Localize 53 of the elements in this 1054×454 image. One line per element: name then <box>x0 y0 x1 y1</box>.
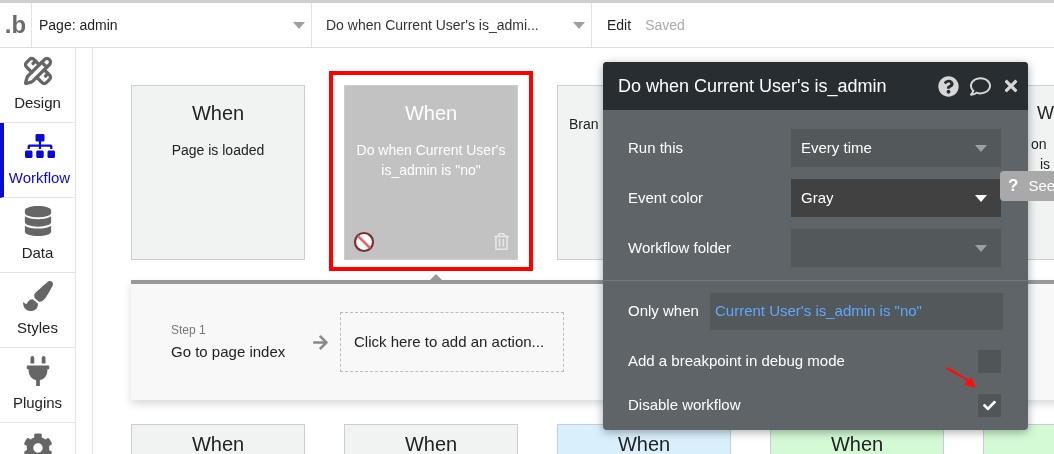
checkbox[interactable] <box>978 394 1001 417</box>
card-subtitle: Bran <box>568 115 600 134</box>
pointer-arrow-icon <box>945 367 977 389</box>
gear-icon[interactable] <box>22 433 53 454</box>
card-subtitle: is <box>1040 155 1051 174</box>
event-card[interactable]: When <box>131 424 305 454</box>
menu-item[interactable]: Edit <box>607 14 632 36</box>
field-label: Run this <box>628 137 685 158</box>
help-icon[interactable] <box>938 75 959 97</box>
caret-icon <box>573 21 585 29</box>
pencil-ruler-icon <box>22 55 53 86</box>
select-field[interactable]: Every time <box>791 129 1001 167</box>
card-title: When <box>404 433 458 454</box>
field-label: Only when <box>628 301 700 322</box>
card-title: When <box>617 433 671 454</box>
paintbrush-icon <box>22 280 53 311</box>
card-title: When <box>830 433 884 454</box>
close-icon[interactable] <box>1002 77 1020 95</box>
field-label: Event color <box>628 187 705 208</box>
card-subtitle: on <box>1031 135 1047 154</box>
sidebar-tab[interactable]: Plugins <box>0 348 75 423</box>
event-card[interactable]: When Page is loaded <box>131 85 305 260</box>
select-field[interactable]: Gray <box>791 179 1001 217</box>
caret-icon <box>975 144 987 152</box>
sidebar-tab[interactable]: Design <box>0 48 75 123</box>
card-subtitle: Do when Current User's is_admin is "no" <box>355 141 507 180</box>
checkbox-label: Add a breakpoint in debug mode <box>628 351 845 372</box>
checkmark-icon <box>983 399 996 412</box>
sidebar-tab[interactable]: Data <box>0 198 75 273</box>
card-title: W <box>1037 102 1054 125</box>
add-action-button[interactable]: Click here to add an action... <box>340 312 564 372</box>
card-title: When <box>404 101 458 126</box>
page-dropdown[interactable]: Page: admin <box>32 3 312 47</box>
caret-icon <box>975 244 987 252</box>
caret-icon <box>975 194 987 202</box>
action-step[interactable]: Step 1 Go to page index <box>171 320 306 364</box>
card-title: When <box>191 433 245 454</box>
select-field[interactable] <box>791 229 1001 267</box>
sidebar-tab[interactable]: Workflow <box>0 123 75 198</box>
checkbox-label: Disable workflow <box>628 395 741 416</box>
panel-title: Do when Current User's is_admin <box>618 74 888 99</box>
event-card[interactable]: When <box>344 424 518 454</box>
workflow-dropdown[interactable]: Do when Current User's is_admi... <box>312 3 592 47</box>
help-tooltip: ? See <box>1000 171 1054 201</box>
sidebar-tab[interactable]: Styles <box>0 273 75 348</box>
field-label: Workflow folder <box>628 237 733 258</box>
card-title: When <box>191 101 245 126</box>
card-subtitle: Page is loaded <box>170 141 266 160</box>
database-icon <box>22 205 53 236</box>
right-arrow-icon <box>312 333 329 351</box>
logo[interactable]: .b <box>0 3 32 47</box>
comment-icon[interactable] <box>969 75 992 97</box>
caret-icon <box>293 21 305 29</box>
